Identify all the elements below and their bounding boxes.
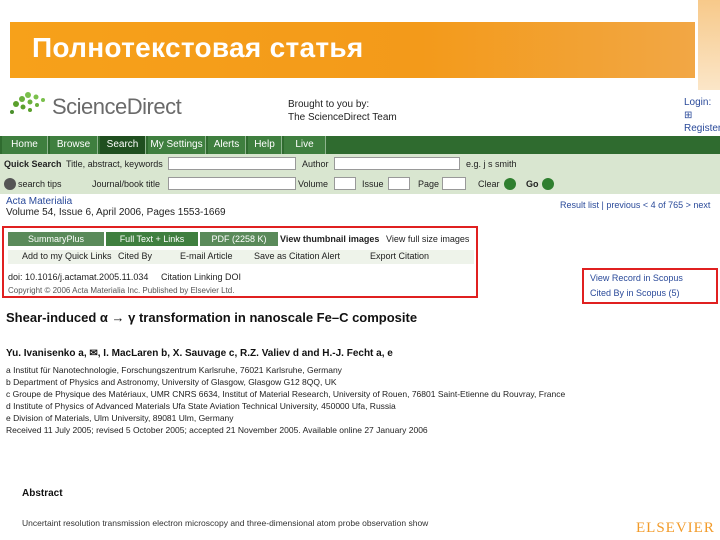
article-actions: Add to my Quick Links Cited By E-mail Ar… — [8, 250, 474, 264]
elsevier-logo: ELSEVIER — [636, 520, 715, 536]
tab-home[interactable]: Home — [2, 136, 48, 154]
journal-input[interactable] — [168, 177, 296, 190]
brought-line-1: Brought to you by: — [288, 99, 370, 110]
tab-live-chat[interactable]: Live Chat — [284, 136, 326, 168]
view-thumbnail-images[interactable]: View thumbnail images — [280, 232, 388, 246]
issue-input[interactable] — [388, 177, 410, 190]
affiliation-item: e Division of Materials, Ulm University,… — [6, 413, 234, 423]
brought-to-you: Brought to you by: The ScienceDirect Tea… — [288, 98, 397, 124]
logo-dots-icon — [10, 92, 45, 114]
register-link[interactable]: Register — [684, 122, 720, 135]
decorative-accent — [698, 0, 720, 90]
clear-icon[interactable] — [504, 178, 516, 190]
doi-row: doi: 10.1016/j.actamat.2005.11.034 Citat… — [8, 272, 241, 282]
quick-search-panel: Quick Search Title, abstract, keywords A… — [0, 154, 720, 194]
save-alert-link[interactable]: Save as Citation Alert — [254, 251, 340, 261]
tab-help[interactable]: Help — [248, 136, 282, 154]
search-tips-link[interactable]: search tips — [18, 179, 62, 189]
add-quick-links-link[interactable]: Add to my Quick Links — [22, 251, 112, 261]
journal-link[interactable]: Acta Materialia — [6, 196, 226, 207]
volume-line: Volume 54, Issue 6, April 2006, Pages 15… — [6, 207, 226, 218]
doi-text[interactable]: doi: 10.1016/j.actamat.2005.11.034 — [8, 272, 148, 282]
abstract-text: Uncertaint resolution transmission elect… — [22, 518, 429, 528]
cited-by-link[interactable]: Cited By — [118, 251, 152, 261]
affiliation-item: a Institut für Nanotechnologie, Forschun… — [6, 365, 342, 375]
article-authors: Yu. Ivanisenko a, ✉, I. MacLaren b, X. S… — [6, 348, 393, 359]
result-navigation[interactable]: Result list | previous < 4 of 765 > next — [560, 200, 710, 210]
affiliation-item: b Department of Physics and Astronomy, U… — [6, 377, 337, 387]
sciencedirect-logo[interactable]: ScienceDirect — [8, 90, 182, 120]
article-options-highlight: SummaryPlus Full Text + Links PDF (2258 … — [2, 226, 478, 298]
page-input[interactable] — [442, 177, 466, 190]
tab-browse[interactable]: Browse — [50, 136, 98, 154]
article-title: Shear-induced α → γ transformation in na… — [6, 310, 418, 325]
abstract-heading: Abstract — [22, 488, 63, 499]
keywords-label: Title, abstract, keywords — [66, 159, 163, 169]
slide-title-banner: Полнотекстовая статья — [10, 22, 695, 78]
affiliations: a Institut für Nanotechnologie, Forschun… — [6, 364, 565, 436]
quick-search-title: Quick Search — [4, 159, 62, 169]
go-button[interactable] — [542, 178, 554, 190]
sciencedirect-header: ScienceDirect Brought to you by: The Sci… — [0, 86, 720, 134]
clear-label: Clear — [478, 179, 500, 189]
author-input[interactable] — [334, 157, 460, 170]
login-link[interactable]: Login: ⊞ — [684, 96, 720, 122]
go-label: Go — [526, 179, 539, 189]
journal-label: Journal/book title — [92, 179, 161, 189]
author-label: Author — [302, 159, 329, 169]
received-dates: Received 11 July 2005; revised 5 October… — [6, 425, 428, 435]
help-icon[interactable] — [4, 178, 16, 190]
affiliation-item: c Groupe de Physique des Matériaux, UMR … — [6, 389, 566, 399]
keywords-input[interactable] — [168, 157, 296, 170]
tab-my-settings[interactable]: My Settings — [148, 136, 206, 154]
logo-text: ScienceDirect — [52, 94, 182, 119]
email-article-link[interactable]: E-mail Article — [180, 251, 233, 261]
tab-search[interactable]: Search — [100, 136, 146, 154]
tab-full-text[interactable]: Full Text + Links — [106, 232, 198, 246]
volume-label: Volume — [298, 179, 329, 189]
affiliation-item: d Institute of Physics of Advanced Mater… — [6, 401, 396, 411]
login-links[interactable]: Login: ⊞ Register — [684, 96, 720, 135]
copyright: Copyright © 2006 Acta Materialia Inc. Pu… — [8, 286, 235, 295]
brought-line-2: The ScienceDirect Team — [288, 112, 397, 123]
tab-alerts[interactable]: Alerts — [208, 136, 246, 154]
slide-title: Полнотекстовая статья — [32, 32, 364, 63]
export-citation-link[interactable]: Export Citation — [370, 251, 429, 261]
cited-using-doi[interactable]: Citation Linking DOI — [161, 272, 241, 282]
scopus-links: View Record in Scopus Cited By in Scopus… — [582, 268, 718, 304]
tab-summary-plus[interactable]: SummaryPlus — [8, 232, 104, 246]
issue-label: Issue — [362, 179, 384, 189]
view-record-scopus-link[interactable]: View Record in Scopus — [590, 273, 683, 283]
add-icon — [8, 251, 20, 263]
volume-input[interactable] — [334, 177, 356, 190]
page-label: Page — [418, 179, 440, 189]
main-nav: Home Browse Search My Settings Alerts He… — [0, 136, 720, 168]
view-full-size-images[interactable]: View full size images — [386, 232, 474, 246]
tab-pdf[interactable]: PDF (2258 K) — [200, 232, 278, 246]
article-format-tabs: SummaryPlus Full Text + Links PDF (2258 … — [8, 232, 474, 246]
article-meta: Acta Materialia Volume 54, Issue 6, Apri… — [6, 196, 226, 218]
cited-by-scopus-link[interactable]: Cited By in Scopus (5) — [590, 288, 680, 298]
author-hint: e.g. j s smith — [466, 159, 517, 169]
